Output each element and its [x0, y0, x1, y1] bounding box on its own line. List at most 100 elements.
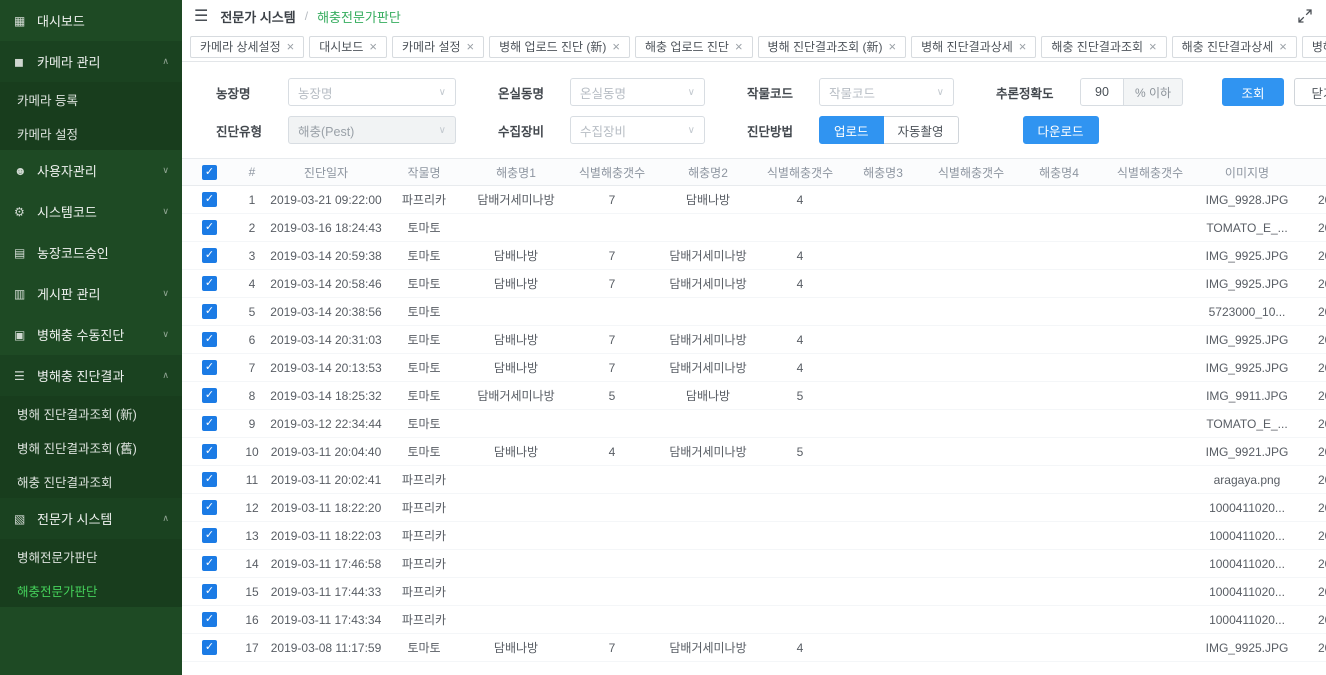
chevron-up-icon: ∧ [162, 56, 169, 67]
table-row[interactable]: ✓82019-03-14 18:25:32토마토담배거세미나방5담배나방5IMG… [182, 382, 1326, 410]
row-checkbox[interactable]: ✓ [202, 332, 217, 347]
search-button[interactable]: 조회 [1222, 78, 1284, 106]
sidebar-item-camera-register[interactable]: 카메라 등록 [0, 82, 182, 116]
tab-pest-result-detail[interactable]: 해충 진단결과상세× [1172, 36, 1297, 58]
tab-pest-upload-diagnosis[interactable]: 해충 업로드 진단× [635, 36, 753, 58]
diagnosis-type-select[interactable]: 해충(Pest) ∨ [288, 116, 456, 144]
cell-image: IMG_9925.JPG [1197, 270, 1297, 298]
tab-dashboard[interactable]: 대시보드× [309, 36, 387, 58]
close-button[interactable]: 닫기 [1294, 78, 1326, 106]
row-checkbox[interactable]: ✓ [202, 472, 217, 487]
tab-close-icon[interactable]: × [1019, 40, 1027, 53]
table-row[interactable]: ✓42019-03-14 20:58:46토마토담배나방7담배거세미나방4IMG… [182, 270, 1326, 298]
cell-count4 [1103, 634, 1197, 662]
table-row[interactable]: ✓112019-03-11 20:02:41파프리카aragaya.png201 [182, 466, 1326, 494]
row-checkbox[interactable]: ✓ [202, 500, 217, 515]
table-row[interactable]: ✓152019-03-11 17:44:33파프리카1000411020...2… [182, 578, 1326, 606]
table-row[interactable]: ✓102019-03-11 20:04:40토마토담배나방4담배거세미나방5IM… [182, 438, 1326, 466]
table-row[interactable]: ✓62019-03-14 20:31:03토마토담배나방7담배거세미나방4IMG… [182, 326, 1326, 354]
table-row[interactable]: ✓32019-03-14 20:59:38토마토담배나방7담배거세미나방4IMG… [182, 242, 1326, 270]
row-checkbox[interactable]: ✓ [202, 220, 217, 235]
tab-camera-settings[interactable]: 카메라 설정× [392, 36, 484, 58]
accuracy-input[interactable] [1080, 78, 1124, 106]
table-row[interactable]: ✓92019-03-12 22:34:44토마토TOMATO_E_...201 [182, 410, 1326, 438]
sidebar-item-expert-system[interactable]: ▧전문가 시스템∧ [0, 498, 182, 539]
row-checkbox[interactable]: ✓ [202, 584, 217, 599]
table-row[interactable]: ✓132019-03-11 18:22:03파프리카1000411020...2… [182, 522, 1326, 550]
row-checkbox[interactable]: ✓ [202, 416, 217, 431]
fullscreen-icon[interactable] [1298, 9, 1312, 23]
column-header-8: 식별해충갯수 [927, 159, 1015, 186]
table-row[interactable]: ✓22019-03-16 18:24:43토마토TOMATO_E_...201 [182, 214, 1326, 242]
sidebar-item-label: 게시판 관리 [37, 284, 162, 303]
tab-disease-upload-diagnosis-new[interactable]: 병해 업로드 진단 (新)× [489, 36, 630, 58]
tab-close-icon[interactable]: × [1149, 40, 1157, 53]
diagnosis-type-group: 진단유형 해충(Pest) ∨ [216, 116, 456, 144]
row-checkbox[interactable]: ✓ [202, 360, 217, 375]
row-select-cell: ✓ [182, 270, 237, 298]
crop-code-select[interactable]: 작물코드 ∨ [819, 78, 954, 106]
sidebar-item-board-management[interactable]: ▥게시판 관리∨ [0, 273, 182, 314]
sidebar-item-pest-manual-diagnosis[interactable]: ▣병해충 수동진단∨ [0, 314, 182, 355]
table-row[interactable]: ✓12019-03-21 09:22:00파프리카담배거세미나방7담배나방4IM… [182, 186, 1326, 214]
cell-pest2 [655, 466, 761, 494]
tab-disease-result-inquiry-new[interactable]: 병해 진단결과조회 (新)× [758, 36, 907, 58]
sidebar-item-dashboard[interactable]: ▦대시보드 [0, 0, 182, 41]
row-checkbox[interactable]: ✓ [202, 640, 217, 655]
method-upload-button[interactable]: 업로드 [819, 116, 884, 144]
tab-close-icon[interactable]: × [369, 40, 377, 53]
download-button[interactable]: 다운로드 [1023, 116, 1099, 144]
farm-name-value: 농장명 [298, 83, 333, 102]
sidebar-item-pest-result-inquiry[interactable]: 해충 진단결과조회 [0, 464, 182, 498]
breadcrumb-separator: / [305, 9, 308, 23]
chevron-down-icon: ∨ [162, 165, 169, 176]
tab-close-icon[interactable]: × [1279, 40, 1287, 53]
device-select[interactable]: 수집장비 ∨ [570, 116, 705, 144]
tab-disease-result-detail[interactable]: 병해 진단결과상세× [911, 36, 1036, 58]
tab-disease-expert-judgment[interactable]: 병해전문가판단× [1302, 36, 1326, 58]
table-row[interactable]: ✓72019-03-14 20:13:53토마토담배나방7담배거세미나방4IMG… [182, 354, 1326, 382]
tab-close-icon[interactable]: × [735, 40, 743, 53]
cell-crop: 토마토 [385, 634, 463, 662]
sidebar-item-pest-expert-judgment[interactable]: 해충전문가판단 [0, 573, 182, 607]
cell-pest2 [655, 410, 761, 438]
row-checkbox[interactable]: ✓ [202, 528, 217, 543]
row-checkbox[interactable]: ✓ [202, 388, 217, 403]
sidebar-item-system-code[interactable]: ⚙시스템코드∨ [0, 191, 182, 232]
select-all-checkbox[interactable]: ✓ [202, 165, 217, 180]
sidebar-item-pest-diagnosis-results[interactable]: ☰병해충 진단결과∧ [0, 355, 182, 396]
table-row[interactable]: ✓122019-03-11 18:22:20파프리카1000411020...2… [182, 494, 1326, 522]
farm-name-select[interactable]: 농장명 ∨ [288, 78, 456, 106]
table-row[interactable]: ✓52019-03-14 20:38:56토마토5723000_10...201 [182, 298, 1326, 326]
tab-close-icon[interactable]: × [467, 40, 475, 53]
tab-pest-result-inquiry[interactable]: 해충 진단결과조회× [1041, 36, 1166, 58]
table-row[interactable]: ✓142019-03-11 17:46:58파프리카1000411020...2… [182, 550, 1326, 578]
table-row[interactable]: ✓172019-03-08 11:17:59토마토담배나방7담배거세미나방4IM… [182, 634, 1326, 662]
row-checkbox[interactable]: ✓ [202, 444, 217, 459]
sidebar-item-farm-code-approval[interactable]: ▤농장코드승인 [0, 232, 182, 273]
crop-code-label: 작물코드 [747, 83, 807, 102]
tab-close-icon[interactable]: × [612, 40, 620, 53]
row-checkbox[interactable]: ✓ [202, 556, 217, 571]
cell-count2: 5 [761, 382, 839, 410]
tab-close-icon[interactable]: × [287, 40, 295, 53]
row-checkbox[interactable]: ✓ [202, 612, 217, 627]
sidebar: ▦대시보드◼카메라 관리∧카메라 등록카메라 설정☻사용자관리∨⚙시스템코드∨▤… [0, 0, 182, 675]
row-checkbox[interactable]: ✓ [202, 192, 217, 207]
hamburger-menu-icon[interactable]: ☰ [194, 6, 208, 26]
method-auto-button[interactable]: 자동촬영 [884, 116, 959, 144]
sidebar-item-disease-result-inquiry-new[interactable]: 병해 진단결과조회 (新) [0, 396, 182, 430]
sidebar-item-user-management[interactable]: ☻사용자관리∨ [0, 150, 182, 191]
sidebar-item-disease-result-inquiry-old[interactable]: 병해 진단결과조회 (舊) [0, 430, 182, 464]
sidebar-item-camera-settings[interactable]: 카메라 설정 [0, 116, 182, 150]
sidebar-submenu: 병해 진단결과조회 (新)병해 진단결과조회 (舊)해충 진단결과조회 [0, 396, 182, 498]
sidebar-item-camera-management[interactable]: ◼카메라 관리∧ [0, 41, 182, 82]
table-row[interactable]: ✓162019-03-11 17:43:34파프리카1000411020...2… [182, 606, 1326, 634]
row-checkbox[interactable]: ✓ [202, 304, 217, 319]
tab-close-icon[interactable]: × [889, 40, 897, 53]
tab-camera-detail-settings[interactable]: 카메라 상세설정× [190, 36, 304, 58]
greenhouse-select[interactable]: 온실동명 ∨ [570, 78, 705, 106]
row-checkbox[interactable]: ✓ [202, 276, 217, 291]
sidebar-item-disease-expert-judgment[interactable]: 병해전문가판단 [0, 539, 182, 573]
row-checkbox[interactable]: ✓ [202, 248, 217, 263]
